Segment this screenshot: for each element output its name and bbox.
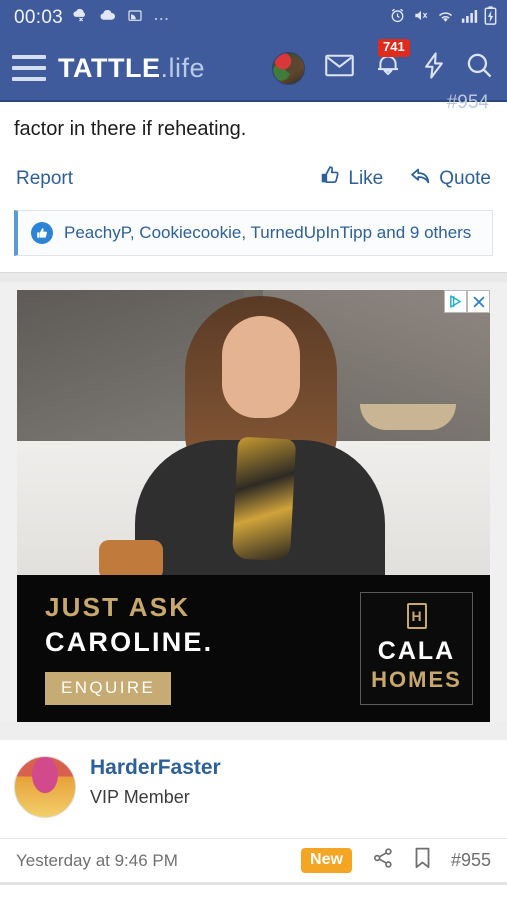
cast-screen-icon (126, 8, 144, 29)
new-badge: New (301, 848, 352, 873)
brand-primary: TATTLE (58, 52, 161, 83)
thumbs-up-icon (320, 165, 341, 192)
post-user-title: VIP Member (90, 787, 190, 808)
ad-badge-group (444, 290, 490, 313)
battery-charging-icon (484, 6, 497, 30)
ad-photo-person-face (222, 316, 300, 418)
bottom-divider (0, 882, 507, 885)
quote-reply-icon (409, 166, 432, 192)
ad-photo (17, 290, 490, 575)
post-username[interactable]: HarderFaster (90, 756, 221, 780)
ad-headline-line2: CAROLINE. (45, 627, 214, 657)
bookmark-icon[interactable] (414, 847, 431, 874)
cala-homes-logo: H CALA HOMES (360, 592, 473, 705)
thumbs-up-circle-icon (31, 222, 53, 244)
post-actions: Report Like Quote (0, 143, 507, 206)
more-dots-icon (153, 9, 171, 27)
close-icon[interactable] (467, 290, 490, 313)
post-text: factor in there if reheating. (14, 118, 247, 140)
likes-bar-wrapper: PeachyP, Cookiecookie, TurnedUpInTipp an… (0, 206, 507, 272)
adchoices-icon[interactable] (444, 290, 467, 313)
report-link[interactable]: Report (16, 168, 73, 190)
brand-secondary: .life (160, 52, 206, 83)
ad-enquire-button[interactable]: ENQUIRE (45, 672, 172, 705)
cell-signal-icon (461, 8, 478, 29)
ad-inner: JUST ASK CAROLINE. ENQUIRE H CALA HOMES (17, 290, 490, 722)
post-timestamp[interactable]: Yesterday at 9:46 PM (16, 851, 178, 871)
like-button[interactable]: Like (320, 165, 383, 192)
post-author-block: HarderFaster VIP Member (90, 756, 221, 818)
ad-photo-chair (99, 540, 163, 575)
likes-names-text: PeachyP, Cookiecookie, TurnedUpInTipp an… (64, 223, 472, 242)
post-actions-right: Like Quote (320, 165, 491, 192)
header-icon-group: 741 (272, 39, 493, 85)
status-bar-left: 00:03 (14, 7, 171, 29)
cala-monogram-icon: H (406, 602, 427, 629)
like-label: Like (348, 167, 384, 189)
ad-headline-line1: JUST ASK (45, 592, 191, 622)
status-bar: 00:03 (0, 0, 507, 36)
quote-label: Quote (439, 167, 491, 189)
harderfaster-avatar[interactable] (14, 756, 76, 818)
app-header: TATTLE.life 741 (0, 36, 507, 102)
alarm-icon (389, 7, 406, 29)
report-label: Report (16, 167, 74, 189)
ad-brand-line2: HOMES (371, 666, 462, 692)
cloud-icon (98, 7, 117, 29)
share-icon[interactable] (372, 847, 394, 874)
post-meta-bar: Yesterday at 9:46 PM New #955 (0, 838, 507, 882)
post-body-partial: #954 factor in there if reheating. (0, 92, 507, 143)
status-clock: 00:03 (14, 7, 64, 28)
alerts-count-badge: 741 (378, 39, 410, 57)
ad-separator (0, 272, 507, 282)
search-icon[interactable] (466, 52, 493, 84)
quote-button[interactable]: Quote (409, 166, 491, 192)
wifi-icon (436, 8, 455, 29)
ad-banner: JUST ASK CAROLINE. ENQUIRE H CALA HOMES (17, 575, 490, 722)
app-screen: 00:03 TATTLE.life 741 #954 factor in the… (0, 0, 507, 900)
advertisement[interactable]: JUST ASK CAROLINE. ENQUIRE H CALA HOMES (0, 282, 507, 722)
post-header: HarderFaster VIP Member (0, 740, 507, 818)
post-number[interactable]: #955 (451, 850, 491, 871)
likes-bar[interactable]: PeachyP, Cookiecookie, TurnedUpInTipp an… (14, 210, 493, 256)
status-bar-right (389, 6, 497, 30)
ad-photo-bowl (360, 404, 456, 430)
ad-copy: JUST ASK CAROLINE. ENQUIRE (17, 592, 213, 705)
lightning-bolt-icon[interactable] (422, 52, 446, 84)
user-avatar[interactable] (272, 51, 305, 85)
cut-off-post-number: #954 (446, 92, 489, 113)
envelope-icon[interactable] (325, 54, 354, 82)
ad-brand-line1: CALA (377, 636, 456, 665)
hamburger-icon[interactable] (12, 55, 46, 81)
ad-photo-scarf (231, 436, 297, 562)
post-meta-right: New #955 (301, 847, 491, 874)
vibrate-mute-icon (412, 7, 430, 29)
weather-snow-icon (72, 7, 89, 29)
site-logo[interactable]: TATTLE.life (58, 53, 205, 84)
alerts-bell-icon[interactable]: 741 (374, 39, 410, 82)
ad-bottom-gap (0, 722, 507, 740)
